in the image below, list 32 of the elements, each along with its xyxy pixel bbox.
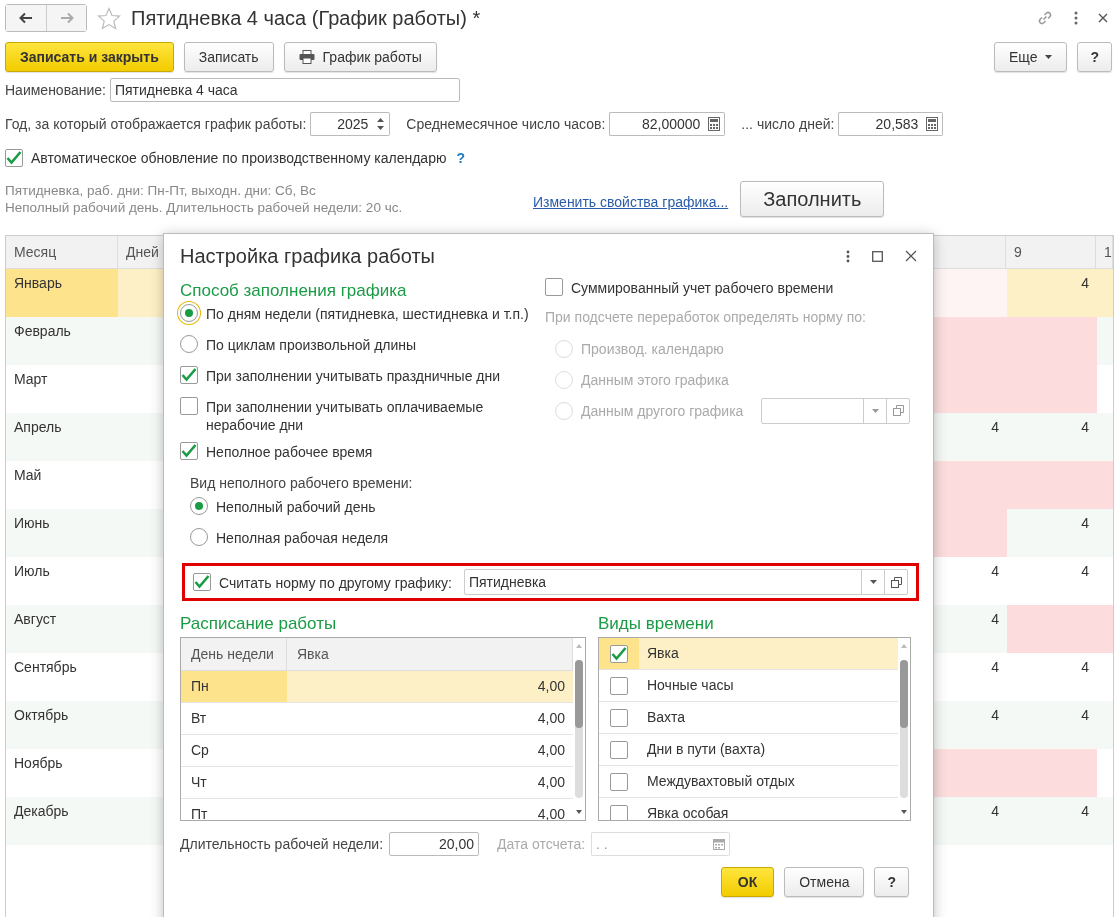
section-heading: Способ заполнения графика	[180, 280, 408, 302]
field-label: Наименование:	[5, 82, 106, 98]
checkbox-label: При заполнении учитывать праздничные дни	[206, 367, 501, 385]
field-label: Год, за который отображается график работы:	[5, 116, 307, 132]
field-label: Длительность рабочей недели:	[180, 836, 384, 852]
group-label: Вид неполного рабочего времени:	[190, 475, 414, 491]
column-header: 1	[1096, 236, 1113, 268]
radio-label: По дням недели (пятидневка, шестидневка и т.п.)	[206, 305, 529, 323]
radio-label: Данным другого графика	[581, 402, 744, 420]
field-label: Дата отсчета:	[497, 836, 586, 852]
section-heading: Расписание работы	[180, 613, 338, 635]
column-header: Месяц	[6, 236, 118, 268]
schedule-summary: Пятидневка, раб. дни: Пн-Пт, выходн. дни: Сб, Вс	[5, 182, 317, 199]
radio-label: Данным этого графика	[581, 371, 729, 389]
schedule-summary: Неполный рабочий день. Длительность рабочей недели: 20 чс.	[5, 199, 404, 216]
section-heading: Виды времени	[598, 613, 715, 635]
column-header: День недели	[181, 638, 287, 670]
radio-label: Производ. календарю	[581, 340, 724, 358]
checkbox-label: При заполнении учитывать оплачиваемые нерабочие дни	[206, 398, 485, 434]
field-label: ... число дней:	[741, 116, 835, 132]
radio-label: Неполный рабочий день	[216, 498, 376, 516]
checkbox-label: Неполное рабочее время	[206, 443, 373, 461]
radio-label: По циклам произвольной длины	[206, 336, 417, 354]
window-title: Пятидневка 4 часа (График работы) *	[131, 6, 481, 30]
column-header: 9	[1006, 236, 1096, 268]
field-label: Среднемесячное число часов:	[406, 116, 606, 132]
column-header: Явка	[287, 638, 573, 670]
radio-label: Неполная рабочая неделя	[216, 529, 389, 547]
group-label: При подсчете переработок определять норму по:	[545, 309, 867, 325]
checkbox-label: Считать норму по другому графику:	[219, 573, 452, 592]
checkbox-label: Суммированный учет рабочего времени	[571, 279, 834, 297]
checkbox-label: Автоматическое обновление по производственному календарю	[31, 150, 447, 166]
